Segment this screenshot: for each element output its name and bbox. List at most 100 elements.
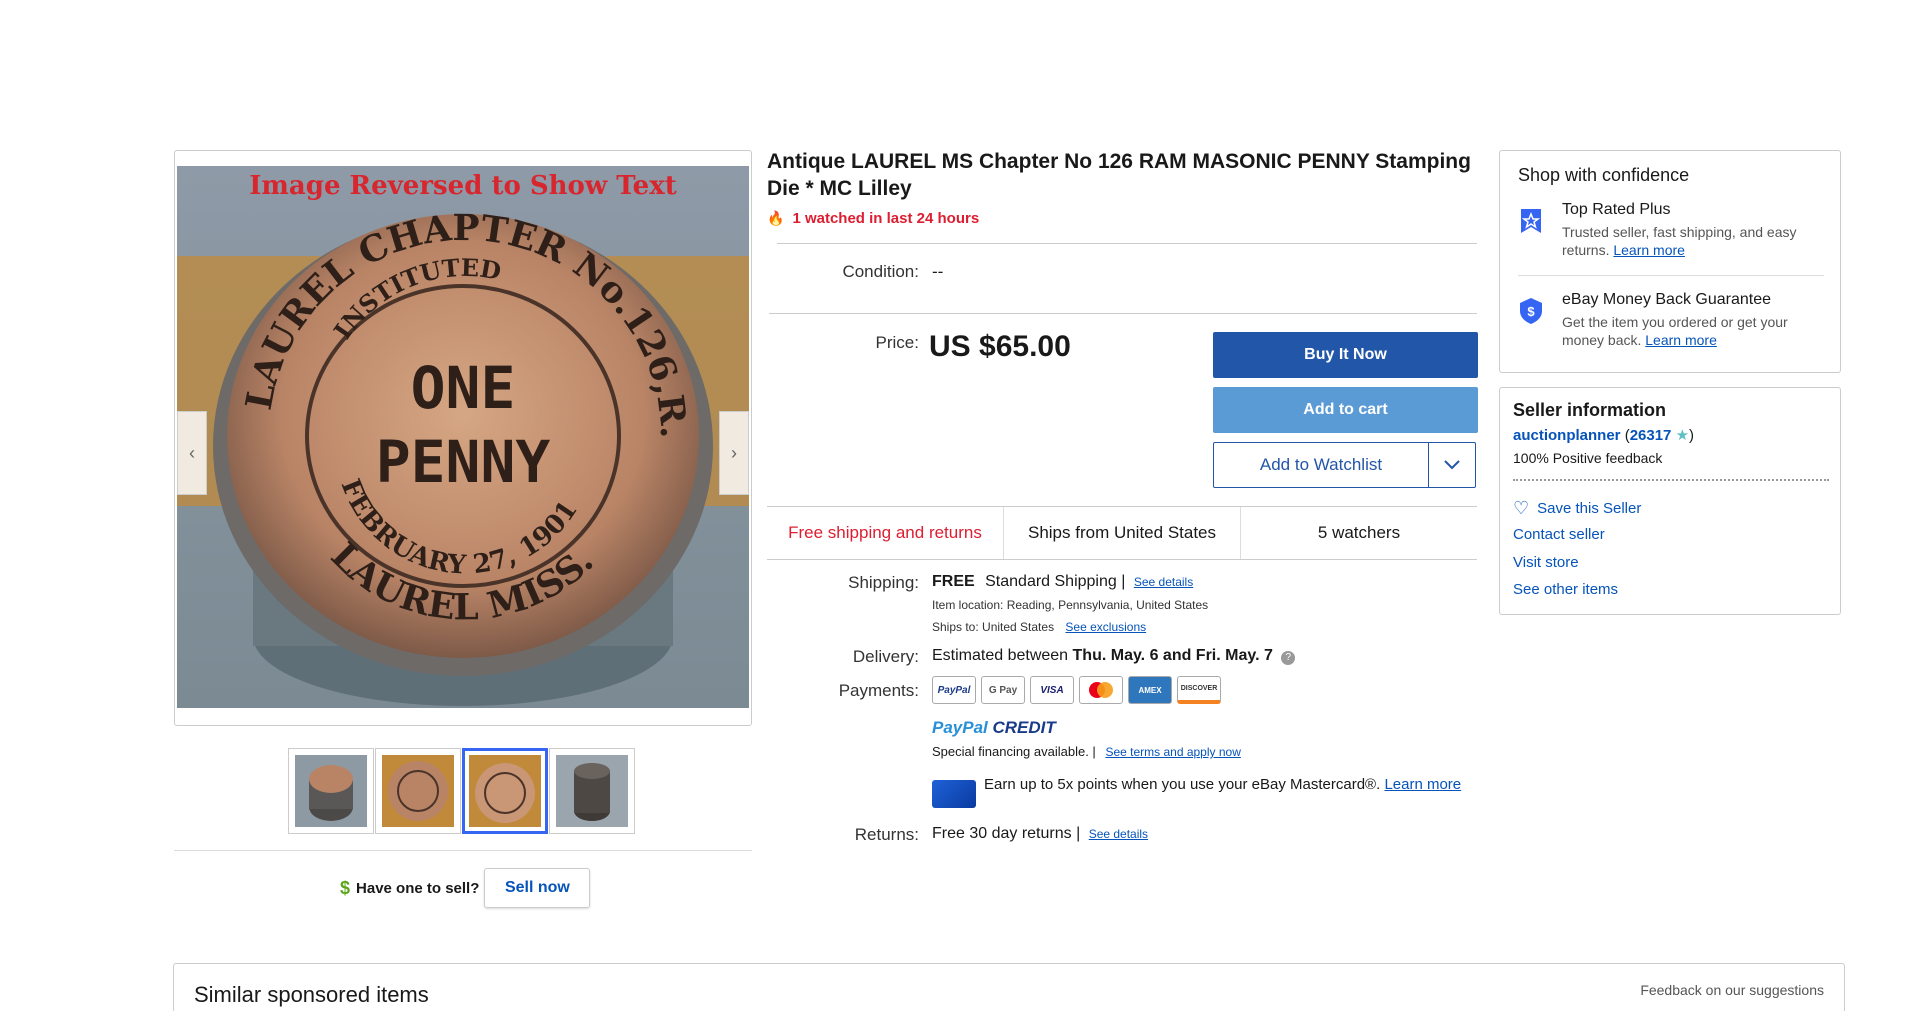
buy-it-now-button[interactable]: Buy It Now (1213, 332, 1478, 378)
delivery-prefix: Estimated between (932, 647, 1069, 664)
condition-label: Condition: (842, 262, 919, 281)
google-pay-logo: G Pay (981, 676, 1025, 704)
flame-icon: 🔥 (767, 210, 785, 226)
shield-dollar-icon: $ (1520, 298, 1542, 324)
money-back-learn-more-link[interactable]: Learn more (1645, 332, 1717, 348)
top-rated-learn-more-link[interactable]: Learn more (1613, 242, 1685, 258)
coin-center-bottom: PENNY (376, 428, 551, 496)
chevron-left-icon: ‹ (189, 442, 195, 463)
have-one-to-sell: $ Have one to sell? Sell now (340, 868, 591, 908)
paypal-credit-logo: PayPal CREDIT (932, 718, 1056, 738)
positive-feedback: 100% Positive feedback (1513, 450, 1663, 466)
thumbnail-4[interactable] (549, 748, 635, 834)
chevron-right-icon: › (731, 442, 737, 463)
chevron-down-icon[interactable] (1429, 443, 1475, 487)
heart-icon: ♡ (1513, 498, 1530, 518)
visa-logo: VISA (1030, 676, 1074, 704)
top-rated-desc: Trusted seller, fast shipping, and easy … (1562, 223, 1802, 259)
seller-name-link[interactable]: auctionplanner (1513, 427, 1621, 444)
seller-title: Seller information (1513, 400, 1667, 420)
paypal-credit-credit: CREDIT (992, 718, 1056, 737)
paypal-logo: PayPal (932, 676, 976, 704)
mastercard-promo-text: Earn up to 5x points when you use your e… (984, 776, 1381, 793)
visit-store-link[interactable]: Visit store (1513, 554, 1579, 571)
dotted-divider (1513, 479, 1829, 481)
ships-from: Ships from United States (1004, 507, 1241, 559)
seller-information-panel: Seller information auctionplanner (26317… (1499, 387, 1841, 615)
item-location: Item location: Reading, Pennsylvania, Un… (932, 598, 1209, 612)
thumbnail-1[interactable] (288, 748, 374, 834)
see-other-items-link[interactable]: See other items (1513, 581, 1618, 598)
divider (769, 313, 1477, 314)
ebay-mastercard-icon (932, 780, 976, 808)
star-icon: ★ (1675, 427, 1690, 444)
returns-label: Returns: (854, 825, 919, 844)
payment-logos: PayPal G Pay VISA AMEX DISCOVER (932, 676, 1226, 704)
top-rated-badge-icon (1521, 209, 1541, 233)
thumbnail-strip (288, 748, 636, 834)
sell-now-button[interactable]: Sell now (484, 868, 591, 908)
next-image-button[interactable]: › (719, 411, 749, 495)
feedback-suggestions-link[interactable]: Feedback on our suggestions (1640, 982, 1824, 998)
thumbnail-image (556, 755, 628, 827)
gallery-divider (174, 850, 752, 851)
see-exclusions-link[interactable]: See exclusions (1065, 620, 1146, 634)
seller-score-link[interactable]: 26317 (1630, 427, 1672, 444)
discover-logo: DISCOVER (1177, 676, 1221, 704)
close-paren: ) (1689, 427, 1695, 444)
save-seller-link[interactable]: ♡ Save this Seller (1513, 498, 1641, 519)
shipping-see-details-link[interactable]: See details (1134, 575, 1193, 589)
svg-text:$: $ (1527, 304, 1535, 319)
shipping-line: FREE Standard Shipping | See details (932, 573, 1193, 591)
returns-text: Free 30 day returns | (932, 825, 1081, 842)
coin-die-photo: LAUREL CHAPTER No.126,R.A.M. INSTITUTED … (177, 166, 749, 708)
delivery-label: Delivery: (852, 647, 919, 666)
info-strip: Free shipping and returns Ships from Uni… (767, 506, 1477, 560)
similar-title: Similar sponsored items (194, 982, 429, 1007)
thumbnail-2[interactable] (375, 748, 461, 834)
shipping-service: Standard Shipping | (985, 573, 1126, 590)
ships-to-line: Ships to: United States See exclusions (932, 620, 1146, 634)
similar-sponsored-section: Similar sponsored items Feedback on our … (173, 963, 1845, 1011)
free-shipping-returns: Free shipping and returns (767, 507, 1004, 559)
seller-name-line: auctionplanner (26317 ★) (1513, 426, 1694, 444)
delivery-line: Estimated between Thu. May. 6 and Fri. M… (932, 647, 1296, 665)
special-financing: Special financing available. | See terms… (932, 744, 1241, 759)
contact-seller-link[interactable]: Contact seller (1513, 526, 1605, 543)
divider (777, 243, 1477, 244)
shipping-label: Shipping: (848, 573, 919, 592)
payments-label: Payments: (838, 681, 919, 700)
thumbnail-image (295, 755, 367, 827)
paypal-credit-paypal: PayPal (932, 718, 988, 737)
shop-with-confidence-panel: Shop with confidence Top Rated Plus Trus… (1499, 150, 1841, 373)
add-to-watchlist-button[interactable]: Add to Watchlist (1214, 443, 1429, 487)
watched-text: 1 watched in last 24 hours (792, 210, 980, 227)
image-gallery: LAUREL CHAPTER No.126,R.A.M. INSTITUTED … (174, 150, 752, 726)
dollar-icon: $ (340, 877, 351, 898)
confidence-title: Shop with confidence (1518, 165, 1690, 185)
add-to-cart-button[interactable]: Add to cart (1213, 387, 1478, 433)
image-caption: Image Reversed to Show Text (249, 171, 676, 201)
thumbnail-image (382, 755, 454, 827)
coin-center-top: ONE (411, 354, 516, 422)
mastercard-learn-more-link[interactable]: Learn more (1384, 776, 1461, 793)
money-back-title: eBay Money Back Guarantee (1562, 291, 1772, 308)
mastercard-logo (1079, 676, 1123, 704)
save-seller-label: Save this Seller (1537, 500, 1642, 517)
returns-see-details-link[interactable]: See details (1089, 827, 1148, 841)
info-icon[interactable]: ? (1281, 651, 1296, 665)
shipping-free: FREE (932, 573, 975, 590)
special-financing-text: Special financing available. | (932, 744, 1096, 759)
see-terms-link[interactable]: See terms and apply now (1105, 745, 1240, 759)
previous-image-button[interactable]: ‹ (177, 411, 207, 495)
watchers-count: 5 watchers (1317, 523, 1401, 542)
watchlist-button-group: Add to Watchlist (1213, 442, 1476, 488)
price-value: US $65.00 (929, 330, 1071, 363)
thumbnail-image (469, 755, 541, 827)
watch-activity-badge: 🔥 1 watched in last 24 hours (767, 210, 979, 227)
ships-to: Ships to: United States (932, 620, 1055, 634)
thumbnail-3[interactable] (462, 748, 548, 834)
money-back-desc: Get the item you ordered or get your mon… (1562, 313, 1802, 349)
main-product-image[interactable]: LAUREL CHAPTER No.126,R.A.M. INSTITUTED … (177, 166, 749, 708)
item-title: Antique LAUREL MS Chapter No 126 RAM MAS… (767, 150, 1471, 200)
